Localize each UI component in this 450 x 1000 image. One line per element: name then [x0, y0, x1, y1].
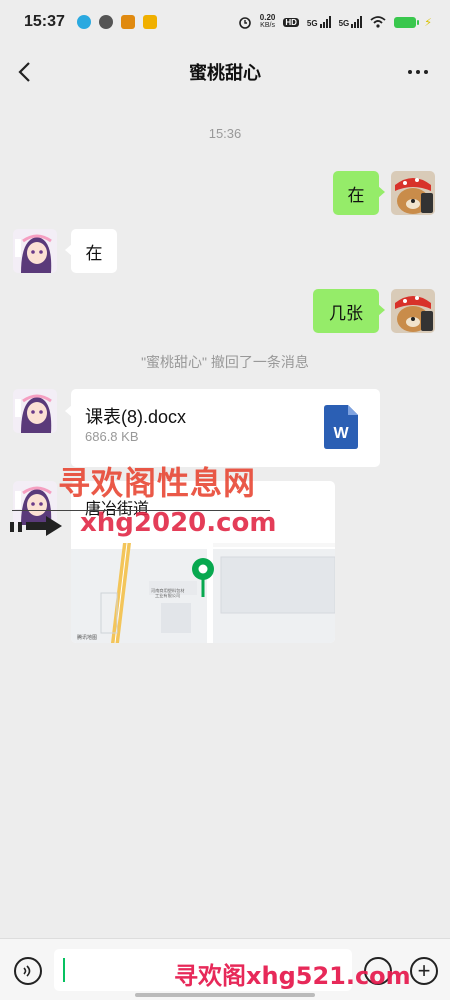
location-map-preview: 河南商用塑料包材 工业有限公司 腾讯地图 — [71, 543, 335, 643]
wifi-icon — [370, 16, 386, 28]
battery-icon — [394, 16, 420, 28]
net-speed-unit: KB/s — [260, 22, 275, 29]
more-dot — [408, 70, 412, 74]
message-timestamp: 15:36 — [208, 126, 242, 141]
location-message-card[interactable]: 唐冶街道 河南商用塑料包材 工业有限公司 腾讯地图 — [71, 481, 335, 643]
signal-2: 5G — [339, 16, 363, 28]
contact-message-bubble[interactable]: 在 — [65, 229, 117, 273]
net-speed: 0.20 KB/s — [260, 14, 276, 30]
watermark-url: 寻欢阁xhg521.com — [174, 962, 411, 990]
dog-avatar-image — [391, 289, 435, 333]
signal-bars-icon — [319, 16, 331, 28]
watermark-url: xhg2020.com — [80, 508, 277, 538]
signal-1-label: 5G — [306, 19, 318, 28]
app2-icon — [142, 15, 157, 29]
my-message-bubble[interactable]: 在 — [333, 171, 385, 215]
voice-button[interactable] — [14, 957, 42, 985]
file-name: 课表(8).docx — [85, 407, 187, 427]
map-label-2: 工业有限公司 — [155, 592, 180, 599]
my-avatar[interactable] — [391, 171, 435, 215]
wechat-icon — [98, 15, 113, 29]
back-button[interactable] — [10, 58, 38, 86]
notification-icons — [76, 15, 157, 29]
file-message-card[interactable]: 课表(8).docx 686.8 KB W — [65, 389, 380, 467]
qq-icon — [76, 15, 91, 29]
voice-icon — [23, 965, 31, 977]
more-actions-button[interactable]: + — [410, 957, 438, 985]
more-button[interactable] — [404, 60, 432, 84]
dog-avatar-image — [391, 171, 435, 215]
contact-avatar[interactable] — [13, 389, 57, 433]
plus-icon: + — [417, 958, 431, 983]
my-message-bubble[interactable]: 几张 — [313, 289, 385, 333]
text-cursor — [63, 958, 65, 982]
status-right: 0.20 KB/s HD 5G 5G ⚡ — [238, 14, 432, 30]
watermark-text: 寻欢阁性息网 — [58, 464, 257, 502]
contact-avatar[interactable] — [13, 229, 57, 273]
home-indicator[interactable] — [135, 993, 315, 997]
file-size: 686.8 KB — [85, 429, 139, 444]
signal-2-label: 5G — [338, 19, 350, 28]
word-icon-letter: W — [333, 425, 349, 442]
recall-notice: "蜜桃甜心" 撤回了一条消息 — [141, 354, 309, 370]
more-dot — [416, 70, 420, 74]
chat-header: 蜜桃甜心 — [0, 44, 450, 100]
map-source-label: 腾讯地图 — [77, 634, 97, 641]
hd-badge: HD — [283, 17, 299, 27]
net-speed-value: 0.20 — [259, 13, 276, 22]
word-document-icon: W — [324, 405, 358, 449]
charging-icon: ⚡ — [424, 16, 432, 29]
anime-girl-avatar-image — [13, 229, 57, 273]
app-icon — [120, 15, 135, 29]
arrow-right-icon — [10, 516, 62, 536]
status-bar: 15:37 0.20 KB/s HD 5G 5G ⚡ — [0, 0, 450, 44]
my-avatar[interactable] — [391, 289, 435, 333]
signal-1: 5G — [307, 16, 331, 28]
status-time: 15:37 — [24, 13, 65, 30]
chat-title: 蜜桃甜心 — [189, 63, 261, 83]
anime-girl-avatar-image — [13, 389, 57, 433]
alarm-icon — [238, 17, 251, 29]
chevron-left-icon — [18, 62, 30, 82]
signal-bars-icon — [351, 16, 363, 28]
more-dot — [424, 70, 428, 74]
